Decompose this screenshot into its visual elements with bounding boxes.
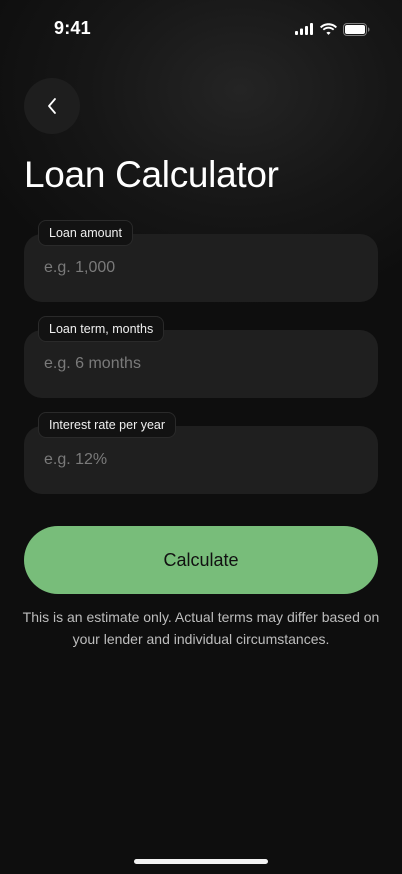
loan-amount-field: Loan amount [24, 220, 378, 302]
disclaimer-text: This is an estimate only. Actual terms m… [22, 609, 380, 647]
loan-term-label: Loan term, months [38, 316, 165, 342]
loan-term-field: Loan term, months [24, 316, 378, 398]
cellular-signal-icon [295, 23, 314, 35]
interest-rate-field: Interest rate per year [24, 412, 378, 494]
interest-rate-label: Interest rate per year [38, 412, 177, 438]
status-bar: 9:41 [0, 0, 402, 58]
wifi-icon [320, 23, 337, 35]
battery-icon [343, 22, 370, 36]
chevron-left-icon [46, 97, 58, 115]
back-button[interactable] [24, 78, 80, 134]
status-icons [295, 22, 370, 36]
calculate-button[interactable]: Calculate [24, 526, 378, 594]
status-time: 9:41 [54, 18, 91, 38]
page-title: Loan Calculator [24, 154, 279, 195]
loan-calculator-screen: 9:41 Loan Calculator e.g. 1,000 Loan amo… [0, 0, 402, 874]
loan-amount-label: Loan amount [38, 220, 133, 246]
home-indicator[interactable] [134, 859, 268, 864]
